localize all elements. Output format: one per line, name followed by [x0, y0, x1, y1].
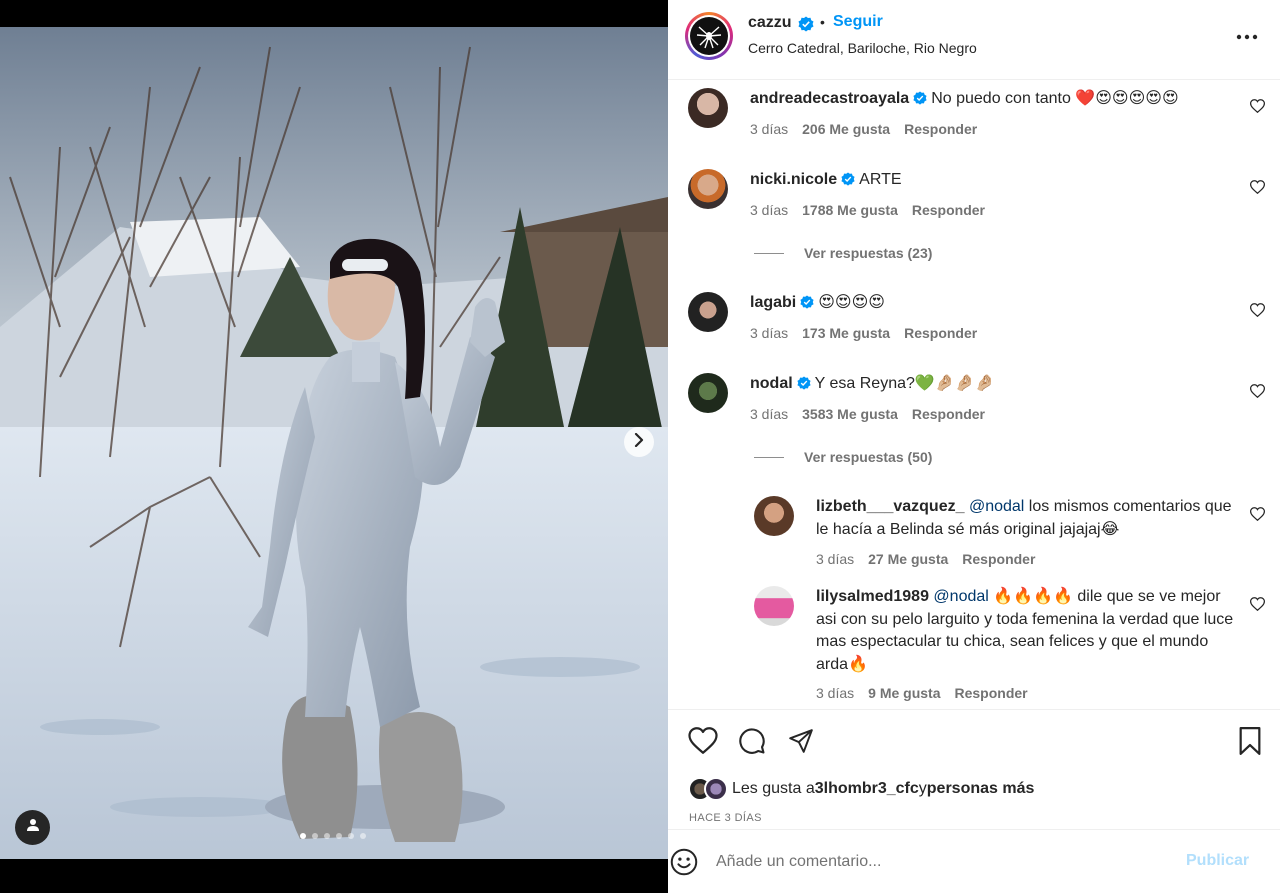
- post-location[interactable]: Cerro Catedral, Bariloche, Rio Negro: [748, 40, 977, 56]
- more-icon: [1236, 27, 1258, 45]
- likes-middle: y: [918, 780, 927, 797]
- share-button[interactable]: [786, 728, 816, 758]
- more-options-button[interactable]: [1234, 26, 1260, 46]
- liker-avatar: [704, 777, 728, 801]
- replier-avatar[interactable]: [754, 586, 794, 626]
- follow-button[interactable]: Seguir: [833, 13, 883, 31]
- verified-icon: [797, 375, 811, 398]
- reply-time: 3 días: [816, 685, 855, 701]
- reply-button[interactable]: Responder: [962, 551, 1035, 567]
- post-details-panel: cazzu • Seguir Cerro Catedral, Bariloche…: [668, 0, 1280, 893]
- verified-icon: [798, 16, 814, 37]
- commenter-avatar[interactable]: [688, 169, 728, 209]
- view-replies-label: Ver respuestas (23): [804, 245, 933, 261]
- comment-likes[interactable]: 206 Me gusta: [802, 121, 890, 137]
- view-replies-button[interactable]: Ver respuestas (23): [754, 245, 932, 261]
- post-header: cazzu • Seguir Cerro Catedral, Bariloche…: [668, 0, 1280, 80]
- heart-icon[interactable]: [1249, 99, 1266, 115]
- commenter-avatar[interactable]: [688, 373, 728, 413]
- carousel-dot: [324, 833, 330, 839]
- author-username[interactable]: cazzu: [748, 14, 792, 32]
- likes-summary[interactable]: Les gusta a 3lhombr3_cfc y personas más: [688, 777, 1034, 801]
- spider-logo-icon: [696, 26, 722, 49]
- comment-button[interactable]: [737, 727, 767, 760]
- carousel-dot: [360, 833, 366, 839]
- publish-button[interactable]: Publicar: [1186, 852, 1249, 870]
- likes-prefix: Les gusta a: [732, 780, 815, 797]
- likes-others[interactable]: personas más: [927, 780, 1035, 798]
- save-button[interactable]: [1235, 726, 1265, 760]
- comment-text: ARTE: [859, 171, 902, 188]
- emoji-icon: [670, 848, 698, 880]
- post-timestamp[interactable]: HACE 3 DÍAS: [689, 812, 762, 824]
- liker-username[interactable]: 3lhombr3_cfc: [815, 780, 919, 798]
- reply-time: 3 días: [816, 551, 855, 567]
- like-button[interactable]: [688, 727, 718, 759]
- view-replies-button[interactable]: Ver respuestas (50): [754, 449, 932, 465]
- comment-text: No puedo con tanto ❤️😍😍😍😍😍: [931, 90, 1179, 107]
- heart-icon[interactable]: [1249, 384, 1266, 400]
- replies-divider: [754, 456, 784, 458]
- comment-time: 3 días: [750, 406, 789, 422]
- comments-list: andreadecastroayala No puedo con tanto ❤️…: [668, 80, 1280, 709]
- replies-divider: [754, 252, 784, 254]
- carousel-dot: [348, 833, 354, 839]
- separator-dot: •: [820, 14, 825, 30]
- heart-icon[interactable]: [1249, 303, 1266, 319]
- commenter-avatar[interactable]: [688, 88, 728, 128]
- reply-mention[interactable]: @nodal: [933, 588, 988, 605]
- comment-username[interactable]: nodal: [750, 375, 793, 392]
- comment-icon: [738, 727, 766, 760]
- carousel-dot: [312, 833, 318, 839]
- reply-button[interactable]: Responder: [955, 685, 1028, 701]
- reply-mention[interactable]: @nodal: [969, 498, 1024, 515]
- comment-time: 3 días: [750, 325, 789, 341]
- comment-likes[interactable]: 173 Me gusta: [802, 325, 890, 341]
- chevron-right-icon: [633, 432, 645, 452]
- add-comment-bar: Publicar: [668, 829, 1280, 893]
- reply-likes[interactable]: 27 Me gusta: [868, 551, 948, 567]
- tagged-users-button[interactable]: [15, 810, 50, 845]
- commenter-avatar[interactable]: [688, 292, 728, 332]
- reply-username[interactable]: lizbeth___vazquez_: [816, 498, 965, 515]
- comment-username[interactable]: andreadecastroayala: [750, 90, 909, 107]
- reply-likes[interactable]: 9 Me gusta: [868, 685, 940, 701]
- comment-username[interactable]: nicki.nicole: [750, 171, 837, 188]
- comment-username[interactable]: lagabi: [750, 294, 796, 311]
- comment-time: 3 días: [750, 202, 789, 218]
- share-icon: [788, 728, 814, 759]
- heart-icon[interactable]: [1249, 180, 1266, 196]
- reply-button[interactable]: Responder: [912, 202, 985, 218]
- comment-time: 3 días: [750, 121, 789, 137]
- comment-likes[interactable]: 1788 Me gusta: [802, 202, 898, 218]
- reply-button[interactable]: Responder: [904, 121, 977, 137]
- verified-icon: [841, 171, 855, 194]
- comment-likes[interactable]: 3583 Me gusta: [802, 406, 898, 422]
- view-replies-label: Ver respuestas (50): [804, 449, 933, 465]
- user-tag-icon: [26, 818, 40, 837]
- verified-icon: [913, 90, 927, 113]
- replier-avatar[interactable]: [754, 496, 794, 536]
- bookmark-icon: [1238, 726, 1262, 760]
- heart-icon[interactable]: [1249, 507, 1266, 523]
- heart-icon: [688, 727, 718, 759]
- emoji-button[interactable]: [670, 848, 698, 876]
- post-photo: [0, 27, 668, 859]
- comment-text: Y esa Reyna?💚🤌🏼🤌🏼🤌🏼: [814, 375, 995, 392]
- carousel-dot: [300, 833, 306, 839]
- comment-text: 😍😍😍😍: [818, 294, 885, 311]
- verified-icon: [800, 294, 814, 317]
- post-media: [0, 0, 668, 893]
- reply-username[interactable]: lilysalmed1989: [816, 588, 929, 605]
- carousel-dot: [336, 833, 342, 839]
- reply-button[interactable]: Responder: [904, 325, 977, 341]
- reply-button[interactable]: Responder: [912, 406, 985, 422]
- next-slide-button[interactable]: [624, 427, 654, 457]
- author-avatar[interactable]: [685, 12, 733, 60]
- comment-input[interactable]: [716, 850, 1176, 874]
- post-actions: Les gusta a 3lhombr3_cfc y personas más …: [668, 709, 1280, 824]
- heart-icon[interactable]: [1249, 597, 1266, 613]
- carousel-indicator: [300, 833, 366, 839]
